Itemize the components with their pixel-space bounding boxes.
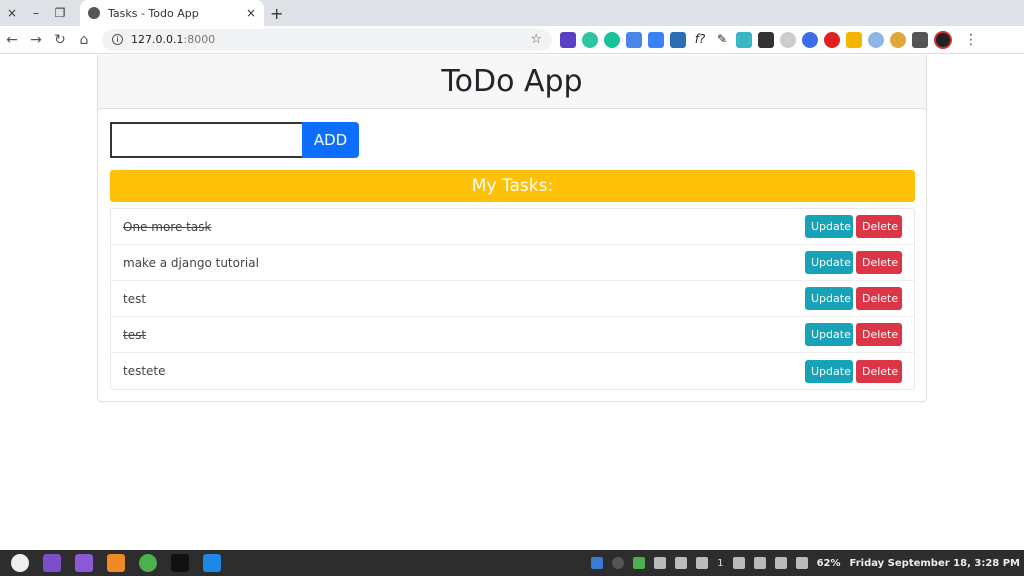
browser-tab[interactable]: Tasks - Todo App × bbox=[80, 0, 264, 26]
task-text: test bbox=[123, 291, 147, 306]
home-button[interactable]: ⌂ bbox=[72, 32, 96, 48]
task-text: make a django tutorial bbox=[123, 255, 259, 270]
font-finder-icon[interactable]: f? bbox=[692, 31, 708, 48]
my-tasks-header: My Tasks: bbox=[110, 170, 915, 202]
info-icon[interactable]: i bbox=[112, 34, 123, 45]
system-tray: 1 62% Friday September 18, 3:28 PM bbox=[591, 557, 1020, 569]
task-text: One more task bbox=[123, 219, 212, 234]
reload-button[interactable]: ↻ bbox=[48, 32, 72, 48]
delete-button[interactable]: Delete bbox=[856, 287, 902, 310]
files-icon[interactable] bbox=[75, 554, 93, 572]
browser-tab-strip: × – ❐ Tasks - Todo App × + bbox=[0, 0, 1024, 26]
extension-icon[interactable] bbox=[582, 31, 598, 48]
extension-icon[interactable] bbox=[560, 31, 576, 48]
update-button[interactable]: Update bbox=[805, 323, 853, 346]
back-button[interactable]: ← bbox=[0, 32, 24, 48]
device-icon[interactable] bbox=[732, 557, 745, 569]
translate-icon[interactable] bbox=[626, 31, 642, 48]
vscode-icon[interactable] bbox=[203, 554, 221, 572]
task-item: One more task Update Delete bbox=[111, 209, 914, 245]
page-content: ToDo App ADD My Tasks: One more task Upd… bbox=[0, 55, 1024, 550]
forward-button[interactable]: → bbox=[24, 32, 48, 48]
update-button[interactable]: Update bbox=[805, 359, 853, 383]
extension-icon[interactable] bbox=[780, 31, 796, 48]
browser-toolbar: ← → ↻ ⌂ i 127.0.0.1 :8000 ☆ f? ✎ ⋮ bbox=[0, 26, 1024, 54]
extension-icon[interactable] bbox=[802, 31, 818, 48]
window-restore-button[interactable]: ❐ bbox=[48, 0, 72, 26]
mint-menu-icon[interactable] bbox=[11, 554, 29, 572]
tab-title: Tasks - Todo App bbox=[108, 6, 199, 20]
notification-icon[interactable] bbox=[696, 557, 709, 569]
color-picker-icon[interactable] bbox=[648, 31, 664, 48]
task-text: testete bbox=[123, 364, 166, 378]
task-text: test bbox=[123, 327, 147, 342]
extension-icon[interactable] bbox=[846, 31, 862, 48]
puzzle-extensions-icon[interactable] bbox=[912, 31, 928, 48]
terminal-icon[interactable] bbox=[171, 554, 189, 572]
page-title: ToDo App bbox=[98, 55, 926, 109]
delete-button[interactable]: Delete bbox=[856, 359, 902, 383]
update-button[interactable]: Update bbox=[805, 287, 853, 310]
chrome-icon[interactable] bbox=[139, 554, 157, 572]
notification-count: 1 bbox=[717, 557, 724, 569]
extension-icon[interactable] bbox=[736, 31, 752, 48]
delete-button[interactable]: Delete bbox=[856, 215, 902, 238]
new-tab-button[interactable]: + bbox=[270, 4, 283, 23]
grammarly-icon[interactable] bbox=[604, 31, 620, 48]
delete-button[interactable]: Delete bbox=[856, 323, 902, 346]
battery-icon[interactable] bbox=[795, 557, 808, 569]
eye-icon[interactable] bbox=[675, 557, 688, 569]
task-item: testete Update Delete bbox=[111, 353, 914, 389]
task-item: test Update Delete bbox=[111, 317, 914, 353]
show-desktop-icon[interactable] bbox=[43, 554, 61, 572]
extension-icon[interactable] bbox=[890, 31, 906, 48]
add-task-form: ADD bbox=[110, 122, 359, 158]
add-button[interactable]: ADD bbox=[302, 122, 359, 158]
bookmark-star-icon[interactable]: ☆ bbox=[530, 32, 542, 47]
globe-icon bbox=[88, 7, 100, 19]
update-button[interactable]: Update bbox=[805, 251, 853, 274]
todo-card: ToDo App ADD My Tasks: One more task Upd… bbox=[97, 55, 927, 402]
extension-icon[interactable] bbox=[670, 31, 686, 48]
task-list: One more task Update Delete make a djang… bbox=[110, 208, 915, 390]
battery-percent: 62% bbox=[816, 557, 841, 569]
delete-button[interactable]: Delete bbox=[856, 251, 902, 274]
extension-icon[interactable] bbox=[868, 31, 884, 48]
os-taskbar: 1 62% Friday September 18, 3:28 PM bbox=[0, 550, 1024, 576]
tab-close-icon[interactable]: × bbox=[246, 6, 256, 20]
window-close-button[interactable]: × bbox=[0, 0, 24, 26]
extension-m-icon[interactable] bbox=[758, 31, 774, 48]
shield-icon[interactable] bbox=[591, 557, 604, 569]
task-item: test Update Delete bbox=[111, 281, 914, 317]
extensions-bar: f? ✎ ⋮ bbox=[560, 30, 978, 49]
check-icon[interactable] bbox=[633, 557, 646, 569]
task-input[interactable] bbox=[110, 122, 302, 158]
pen-icon[interactable]: ✎ bbox=[714, 31, 730, 48]
url-host: 127.0.0.1 bbox=[131, 33, 184, 46]
window-minimize-button[interactable]: – bbox=[24, 0, 48, 26]
music-icon[interactable] bbox=[774, 557, 787, 569]
clipboard-icon[interactable] bbox=[654, 557, 667, 569]
address-bar[interactable]: i 127.0.0.1 :8000 ☆ bbox=[102, 28, 552, 51]
profile-avatar[interactable] bbox=[934, 30, 952, 49]
app-launcher-icon[interactable] bbox=[107, 554, 125, 572]
url-port: :8000 bbox=[183, 33, 216, 46]
update-icon[interactable] bbox=[612, 557, 625, 569]
wifi-icon[interactable] bbox=[753, 557, 766, 569]
task-item: make a django tutorial Update Delete bbox=[111, 245, 914, 281]
clock[interactable]: Friday September 18, 3:28 PM bbox=[850, 558, 1020, 569]
browser-menu-icon[interactable]: ⋮ bbox=[964, 32, 978, 48]
update-button[interactable]: Update bbox=[805, 215, 853, 238]
opera-icon[interactable] bbox=[824, 31, 840, 48]
